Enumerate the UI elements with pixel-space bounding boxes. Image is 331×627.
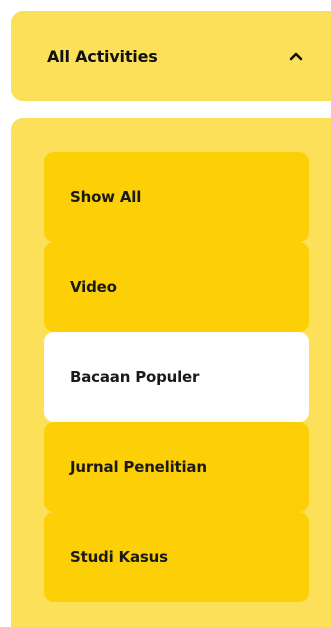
activities-menu-list: Show All Video Bacaan Populer Jurnal Pen… — [44, 152, 309, 602]
menu-item-label: Video — [70, 278, 117, 296]
dropdown-title: All Activities — [47, 46, 158, 66]
activities-filter: All Activities Show All Video Bacaan Pop… — [0, 0, 331, 627]
menu-item-bacaan-populer[interactable]: Bacaan Populer — [44, 332, 309, 422]
menu-item-show-all[interactable]: Show All — [44, 152, 309, 242]
chevron-up-icon[interactable] — [287, 47, 305, 65]
activities-menu-panel: Show All Video Bacaan Populer Jurnal Pen… — [11, 118, 331, 627]
menu-item-label: Studi Kasus — [70, 548, 168, 566]
menu-item-label: Jurnal Penelitian — [70, 458, 207, 476]
menu-item-video[interactable]: Video — [44, 242, 309, 332]
menu-item-label: Show All — [70, 188, 142, 206]
menu-item-studi-kasus[interactable]: Studi Kasus — [44, 512, 309, 602]
menu-item-label: Bacaan Populer — [70, 368, 200, 386]
menu-item-jurnal-penelitian[interactable]: Jurnal Penelitian — [44, 422, 309, 512]
activities-dropdown-toggle[interactable]: All Activities — [11, 11, 331, 101]
